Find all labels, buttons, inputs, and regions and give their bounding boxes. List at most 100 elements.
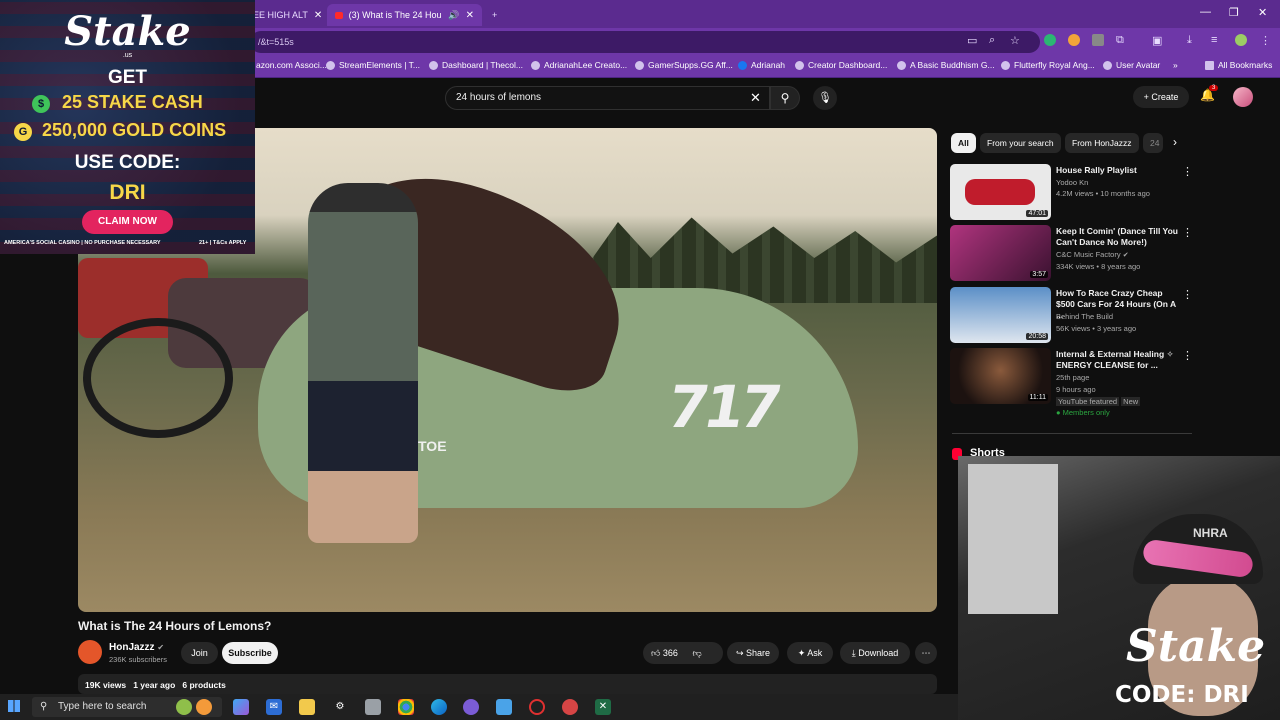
bookmark-item[interactable]: Adrianah [738, 60, 785, 70]
taskbar-search-input[interactable]: ⚲ Type here to search [32, 697, 222, 717]
bookmark-item[interactable]: A Basic Buddhism G... [897, 60, 995, 70]
grammarly-extension-icon[interactable] [1044, 34, 1056, 46]
chip-label: 24 [1150, 138, 1160, 148]
video-thumbnail[interactable]: 47:01 [950, 164, 1051, 220]
chrome-icon[interactable] [398, 699, 414, 715]
account-avatar[interactable] [1233, 87, 1253, 107]
more-vertical-icon[interactable]: ⋮ [1182, 226, 1193, 239]
zoom-icon[interactable]: ⌕ [989, 34, 995, 47]
mail-icon[interactable]: ✉ [266, 699, 282, 715]
recommendation-item[interactable]: 11:11 Internal & External Healing ✧ ENER… [950, 348, 1195, 420]
bookmark-item[interactable]: GamerSupps.GG Aff... [635, 60, 733, 70]
file-explorer-icon[interactable] [299, 699, 315, 715]
dislike-button[interactable]: 👎︎ [692, 648, 701, 658]
bookmark-item[interactable]: User Avatar [1103, 60, 1160, 70]
close-tab-icon[interactable]: ✕ [466, 10, 474, 21]
chip-label: All [958, 138, 969, 148]
windows-start-icon[interactable] [8, 700, 20, 712]
side-panel-icon[interactable]: ▣ [1152, 34, 1162, 47]
close-tab-icon[interactable]: ✕ [314, 10, 322, 21]
stake-logo: Stake [1126, 621, 1266, 672]
edge-icon[interactable] [431, 699, 447, 715]
download-icon[interactable]: ⤓ [1187, 34, 1192, 47]
chip-from-channel[interactable]: From HonJazzz [1065, 133, 1139, 153]
more-actions-button[interactable]: ⋯ [915, 642, 937, 664]
search-input[interactable]: 24 hours of lemons [445, 86, 770, 110]
clear-search-icon[interactable]: ✕ [750, 90, 761, 106]
create-button[interactable]: + Create [1133, 86, 1189, 108]
extension-icon[interactable] [1092, 34, 1104, 46]
video-thumbnail[interactable]: 20:58 [950, 287, 1051, 343]
all-bookmarks-folder[interactable]: All Bookmarks [1205, 60, 1272, 70]
bookmark-item[interactable]: AdrianahLee Creato... [531, 60, 627, 70]
app-icon[interactable] [496, 699, 512, 715]
bookmark-item[interactable]: Creator Dashboard... [795, 60, 887, 70]
video-description-box[interactable]: 19K views 1 year ago 6 products [78, 674, 937, 694]
video-thumbnail[interactable]: 11:11 [950, 348, 1051, 404]
speaker-icon[interactable]: 🔊 [448, 10, 459, 21]
media-control-icon[interactable]: ≡ [1211, 34, 1217, 46]
recommendation-channel[interactable]: 25th page [1056, 373, 1089, 382]
extensions-puzzle-icon[interactable]: ⧉ [1116, 34, 1124, 47]
recommendation-item[interactable]: 47:01 House Rally Playlist Yodoo Kn 4.2M… [950, 164, 1195, 222]
chip-from-your-search[interactable]: From your search [980, 133, 1061, 153]
more-vertical-icon[interactable]: ⋮ [1182, 288, 1193, 301]
bookmark-label: All Bookmarks [1218, 60, 1273, 70]
app-icon[interactable] [463, 699, 479, 715]
browser-tab[interactable]: EE HIGH ALT ✕ [245, 4, 325, 26]
more-vertical-icon[interactable]: ⋮ [1182, 165, 1193, 178]
tab-label: EE HIGH ALT [253, 10, 308, 20]
join-button[interactable]: Join [181, 642, 218, 664]
video-frame-motorcycle [83, 318, 233, 438]
settings-gear-icon[interactable]: ⚙ [332, 699, 348, 715]
new-tab-button[interactable]: + [484, 4, 505, 26]
share-button[interactable]: ↪ Share [727, 642, 779, 664]
widget-icon [176, 699, 192, 715]
chip-all[interactable]: All [951, 133, 976, 153]
chip-24[interactable]: 24 [1143, 133, 1163, 153]
browser-menu-icon[interactable]: ⋮ [1260, 34, 1271, 47]
video-thumbnail[interactable]: 3:57 [950, 225, 1051, 281]
recommendation-title[interactable]: House Rally Playlist [1056, 165, 1181, 176]
app-icon[interactable] [365, 699, 381, 715]
copilot-icon[interactable] [233, 699, 249, 715]
like-button[interactable]: 👍︎ 366 [651, 648, 678, 658]
profile-avatar-icon[interactable] [1235, 34, 1247, 46]
recommendation-channel[interactable]: C&C Music Factory ✔ [1056, 250, 1129, 259]
bookmark-item[interactable]: Dashboard | Thecol... [429, 60, 523, 70]
recommendation-channel[interactable]: Yodoo Kn [1056, 178, 1088, 187]
url-bar[interactable]: /&t=515s [250, 31, 1040, 53]
bookmark-item[interactable]: StreamElements | T... [326, 60, 420, 70]
microphone-icon: 🎙 [818, 92, 832, 104]
channel-name[interactable]: HonJazzz ✔ [109, 642, 164, 653]
browser-tab-active[interactable]: (3) What is The 24 Hours of 🔊 ✕ [327, 4, 482, 26]
cast-icon[interactable]: ▭ [967, 34, 977, 47]
chevron-right-icon[interactable]: › [1173, 135, 1177, 149]
verified-check-icon: ✔ [157, 643, 165, 652]
obs-icon[interactable] [529, 699, 545, 715]
recommendation-item[interactable]: 3:57 Keep It Comin' (Dance Till You Can'… [950, 225, 1195, 283]
subscribe-button[interactable]: Subscribe [222, 642, 278, 664]
extension-icon[interactable] [1068, 34, 1080, 46]
ask-button[interactable]: ✦ Ask [787, 642, 833, 664]
bookmark-item[interactable]: Flutterfly Royal Ang... [1001, 60, 1095, 70]
search-icon: ⚲ [40, 701, 48, 712]
channel-avatar[interactable] [78, 640, 102, 664]
voice-search-button[interactable]: 🎙 [813, 86, 837, 110]
restore-icon[interactable]: ❐ [1229, 6, 1239, 19]
app-icon[interactable] [562, 699, 578, 715]
bookmarks-overflow-icon[interactable]: » [1173, 60, 1178, 70]
recommendation-item[interactable]: 20:58 How To Race Crazy Cheap $500 Cars … [950, 287, 1195, 345]
excel-icon[interactable]: ✕ [595, 699, 611, 715]
bookmark-item[interactable]: azon.com Associ... [256, 60, 327, 70]
recommendation-channel[interactable]: Behind The Build [1056, 312, 1113, 321]
recommendation-title[interactable]: Keep It Comin' (Dance Till You Can't Dan… [1056, 226, 1181, 248]
recommendation-title[interactable]: Internal & External Healing ✧ ENERGY CLE… [1056, 349, 1181, 371]
minimize-icon[interactable]: — [1200, 6, 1211, 18]
claim-now-button[interactable]: CLAIM NOW [82, 210, 173, 234]
download-button[interactable]: ⤓ Download [840, 642, 910, 664]
close-window-icon[interactable]: ✕ [1258, 6, 1267, 19]
more-vertical-icon[interactable]: ⋮ [1182, 349, 1193, 362]
search-button[interactable]: ⚲ [770, 86, 800, 110]
bookmark-star-icon[interactable]: ☆ [1010, 34, 1020, 47]
